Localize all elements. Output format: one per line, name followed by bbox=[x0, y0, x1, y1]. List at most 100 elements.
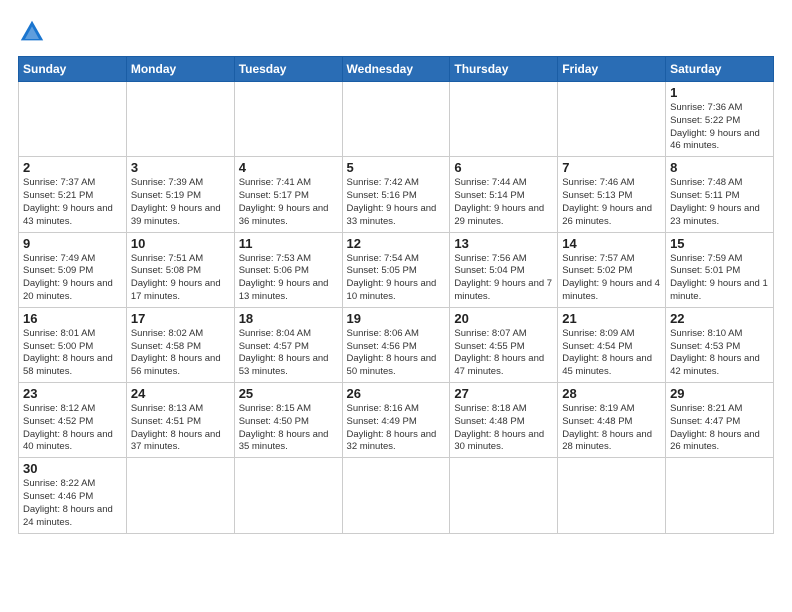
day-number: 26 bbox=[347, 386, 446, 401]
day-number: 20 bbox=[454, 311, 553, 326]
day-number: 3 bbox=[131, 160, 230, 175]
calendar-cell bbox=[234, 82, 342, 157]
day-number: 5 bbox=[347, 160, 446, 175]
weekday-header-row: SundayMondayTuesdayWednesdayThursdayFrid… bbox=[19, 57, 774, 82]
calendar-cell bbox=[234, 458, 342, 533]
day-info: Sunrise: 7:57 AM Sunset: 5:02 PM Dayligh… bbox=[562, 253, 661, 304]
calendar-cell: 6Sunrise: 7:44 AM Sunset: 5:14 PM Daylig… bbox=[450, 157, 558, 232]
calendar-cell bbox=[342, 82, 450, 157]
calendar-week-4: 23 Sunrise: 8:12 AM Sunset: 4:52 PM Dayli… bbox=[19, 383, 774, 458]
calendar: SundayMondayTuesdayWednesdayThursdayFrid… bbox=[18, 56, 774, 534]
day-info: Sunrise: 8:16 AM Sunset: 4:49 PM Dayligh… bbox=[347, 403, 446, 454]
day-info: Sunrise: 7:56 AM Sunset: 5:04 PM Dayligh… bbox=[454, 253, 553, 304]
day-number: 2 bbox=[23, 160, 122, 175]
day-info: Sunrise: 8:19 AM Sunset: 4:48 PM Dayligh… bbox=[562, 403, 661, 454]
calendar-cell: 16 Sunrise: 8:01 AM Sunset: 5:00 PM Dayli… bbox=[19, 307, 127, 382]
calendar-week-5: 30 Sunrise: 8:22 AM Sunset: 4:46 PM Dayli… bbox=[19, 458, 774, 533]
weekday-header-friday: Friday bbox=[558, 57, 666, 82]
day-number: 15 bbox=[670, 236, 769, 251]
weekday-header-sunday: Sunday bbox=[19, 57, 127, 82]
day-info: Sunrise: 7:53 AM Sunset: 5:06 PM Dayligh… bbox=[239, 253, 338, 304]
calendar-cell: 22Sunrise: 8:10 AM Sunset: 4:53 PM Dayli… bbox=[666, 307, 774, 382]
calendar-cell: 28 Sunrise: 8:19 AM Sunset: 4:48 PM Dayli… bbox=[558, 383, 666, 458]
day-number: 11 bbox=[239, 236, 338, 251]
day-number: 13 bbox=[454, 236, 553, 251]
day-info: Sunrise: 7:51 AM Sunset: 5:08 PM Dayligh… bbox=[131, 253, 230, 304]
day-number: 1 bbox=[670, 85, 769, 100]
day-number: 17 bbox=[131, 311, 230, 326]
calendar-week-1: 2 Sunrise: 7:37 AM Sunset: 5:21 PM Daylig… bbox=[19, 157, 774, 232]
day-info: Sunrise: 7:44 AM Sunset: 5:14 PM Dayligh… bbox=[454, 177, 553, 228]
day-number: 7 bbox=[562, 160, 661, 175]
day-info: Sunrise: 8:04 AM Sunset: 4:57 PM Dayligh… bbox=[239, 328, 338, 379]
calendar-cell: 11 Sunrise: 7:53 AM Sunset: 5:06 PM Dayli… bbox=[234, 232, 342, 307]
calendar-cell bbox=[126, 82, 234, 157]
weekday-header-monday: Monday bbox=[126, 57, 234, 82]
day-info: Sunrise: 7:39 AM Sunset: 5:19 PM Dayligh… bbox=[131, 177, 230, 228]
calendar-cell: 23 Sunrise: 8:12 AM Sunset: 4:52 PM Dayli… bbox=[19, 383, 127, 458]
calendar-cell: 27Sunrise: 8:18 AM Sunset: 4:48 PM Dayli… bbox=[450, 383, 558, 458]
logo bbox=[18, 18, 50, 46]
calendar-cell: 8 Sunrise: 7:48 AM Sunset: 5:11 PM Daylig… bbox=[666, 157, 774, 232]
day-number: 23 bbox=[23, 386, 122, 401]
day-info: Sunrise: 7:59 AM Sunset: 5:01 PM Dayligh… bbox=[670, 253, 769, 304]
calendar-cell bbox=[19, 82, 127, 157]
calendar-cell bbox=[450, 458, 558, 533]
weekday-header-wednesday: Wednesday bbox=[342, 57, 450, 82]
header bbox=[18, 18, 774, 46]
day-info: Sunrise: 8:06 AM Sunset: 4:56 PM Dayligh… bbox=[347, 328, 446, 379]
day-info: Sunrise: 8:10 AM Sunset: 4:53 PM Dayligh… bbox=[670, 328, 769, 379]
day-number: 12 bbox=[347, 236, 446, 251]
calendar-cell: 13 Sunrise: 7:56 AM Sunset: 5:04 PM Dayli… bbox=[450, 232, 558, 307]
day-number: 27 bbox=[454, 386, 553, 401]
calendar-cell bbox=[450, 82, 558, 157]
day-number: 10 bbox=[131, 236, 230, 251]
calendar-cell: 9Sunrise: 7:49 AM Sunset: 5:09 PM Daylig… bbox=[19, 232, 127, 307]
day-number: 24 bbox=[131, 386, 230, 401]
day-number: 28 bbox=[562, 386, 661, 401]
calendar-cell: 17 Sunrise: 8:02 AM Sunset: 4:58 PM Dayli… bbox=[126, 307, 234, 382]
calendar-cell: 1Sunrise: 7:36 AM Sunset: 5:22 PM Daylig… bbox=[666, 82, 774, 157]
calendar-cell: 14 Sunrise: 7:57 AM Sunset: 5:02 PM Dayli… bbox=[558, 232, 666, 307]
day-info: Sunrise: 8:01 AM Sunset: 5:00 PM Dayligh… bbox=[23, 328, 122, 379]
calendar-cell: 24Sunrise: 8:13 AM Sunset: 4:51 PM Dayli… bbox=[126, 383, 234, 458]
calendar-cell: 5 Sunrise: 7:42 AM Sunset: 5:16 PM Daylig… bbox=[342, 157, 450, 232]
day-info: Sunrise: 8:21 AM Sunset: 4:47 PM Dayligh… bbox=[670, 403, 769, 454]
calendar-cell: 21Sunrise: 8:09 AM Sunset: 4:54 PM Dayli… bbox=[558, 307, 666, 382]
day-number: 4 bbox=[239, 160, 338, 175]
day-info: Sunrise: 7:48 AM Sunset: 5:11 PM Dayligh… bbox=[670, 177, 769, 228]
calendar-week-2: 9Sunrise: 7:49 AM Sunset: 5:09 PM Daylig… bbox=[19, 232, 774, 307]
day-info: Sunrise: 7:42 AM Sunset: 5:16 PM Dayligh… bbox=[347, 177, 446, 228]
day-info: Sunrise: 8:22 AM Sunset: 4:46 PM Dayligh… bbox=[23, 478, 122, 529]
day-info: Sunrise: 8:12 AM Sunset: 4:52 PM Dayligh… bbox=[23, 403, 122, 454]
day-info: Sunrise: 7:37 AM Sunset: 5:21 PM Dayligh… bbox=[23, 177, 122, 228]
day-info: Sunrise: 7:46 AM Sunset: 5:13 PM Dayligh… bbox=[562, 177, 661, 228]
calendar-cell bbox=[666, 458, 774, 533]
day-number: 25 bbox=[239, 386, 338, 401]
calendar-cell: 7 Sunrise: 7:46 AM Sunset: 5:13 PM Daylig… bbox=[558, 157, 666, 232]
calendar-cell: 4 Sunrise: 7:41 AM Sunset: 5:17 PM Daylig… bbox=[234, 157, 342, 232]
day-number: 19 bbox=[347, 311, 446, 326]
day-number: 18 bbox=[239, 311, 338, 326]
day-number: 14 bbox=[562, 236, 661, 251]
calendar-cell: 12 Sunrise: 7:54 AM Sunset: 5:05 PM Dayli… bbox=[342, 232, 450, 307]
logo-icon bbox=[18, 18, 46, 46]
calendar-cell bbox=[342, 458, 450, 533]
calendar-week-3: 16 Sunrise: 8:01 AM Sunset: 5:00 PM Dayli… bbox=[19, 307, 774, 382]
day-info: Sunrise: 7:54 AM Sunset: 5:05 PM Dayligh… bbox=[347, 253, 446, 304]
day-info: Sunrise: 8:15 AM Sunset: 4:50 PM Dayligh… bbox=[239, 403, 338, 454]
day-number: 16 bbox=[23, 311, 122, 326]
calendar-cell: 10 Sunrise: 7:51 AM Sunset: 5:08 PM Dayli… bbox=[126, 232, 234, 307]
calendar-cell: 29Sunrise: 8:21 AM Sunset: 4:47 PM Dayli… bbox=[666, 383, 774, 458]
day-info: Sunrise: 7:41 AM Sunset: 5:17 PM Dayligh… bbox=[239, 177, 338, 228]
day-info: Sunrise: 8:02 AM Sunset: 4:58 PM Dayligh… bbox=[131, 328, 230, 379]
calendar-cell bbox=[558, 458, 666, 533]
calendar-cell: 26 Sunrise: 8:16 AM Sunset: 4:49 PM Dayli… bbox=[342, 383, 450, 458]
calendar-cell: 25 Sunrise: 8:15 AM Sunset: 4:50 PM Dayli… bbox=[234, 383, 342, 458]
calendar-cell bbox=[558, 82, 666, 157]
day-number: 30 bbox=[23, 461, 122, 476]
day-number: 8 bbox=[670, 160, 769, 175]
weekday-header-thursday: Thursday bbox=[450, 57, 558, 82]
calendar-week-0: 1Sunrise: 7:36 AM Sunset: 5:22 PM Daylig… bbox=[19, 82, 774, 157]
calendar-cell: 20Sunrise: 8:07 AM Sunset: 4:55 PM Dayli… bbox=[450, 307, 558, 382]
